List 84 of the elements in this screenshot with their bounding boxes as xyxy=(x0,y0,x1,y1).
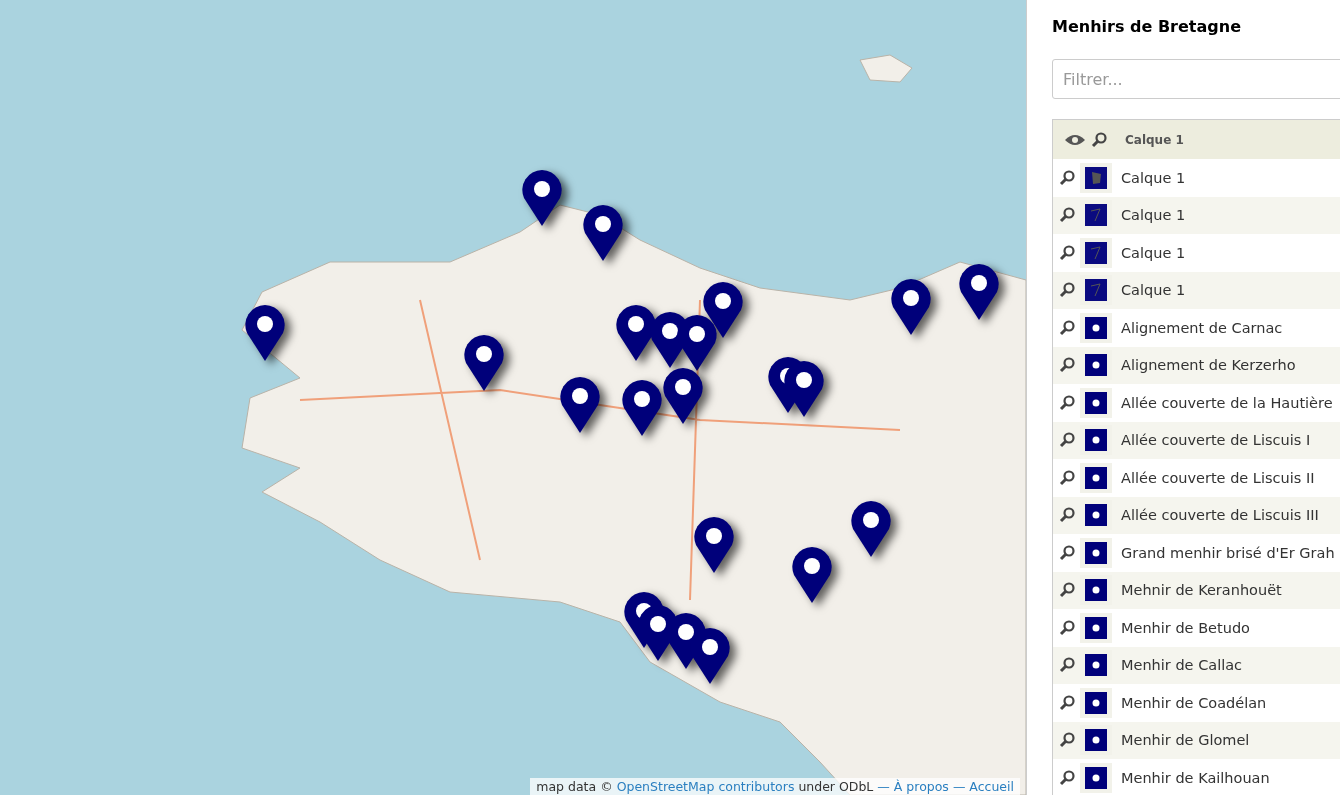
feature-row[interactable]: Menhir de Glomel xyxy=(1053,721,1340,759)
map-markers-drawing[interactable] xyxy=(621,367,704,437)
zoom-icon[interactable] xyxy=(1059,544,1075,561)
zoom-icon[interactable] xyxy=(1059,169,1075,186)
license-text: under ODbL xyxy=(798,779,874,794)
layer-name: Calque 1 xyxy=(1125,132,1184,147)
line-thumbnail-icon xyxy=(1085,279,1107,302)
feature-name: Menhir de Kailhouan xyxy=(1121,769,1270,786)
home-link[interactable]: — Accueil xyxy=(952,779,1014,794)
zoom-icon[interactable] xyxy=(1059,244,1075,261)
zoom-icon[interactable] xyxy=(1059,619,1075,636)
point-thumbnail-icon xyxy=(1085,316,1107,339)
zoom-icon[interactable] xyxy=(1059,732,1075,749)
map-marker-icon[interactable] xyxy=(958,263,1000,321)
map-marker-icon[interactable] xyxy=(693,516,735,574)
zoom-icon[interactable] xyxy=(1091,131,1107,148)
zoom-icon[interactable] xyxy=(1059,357,1075,374)
line-thumbnail-icon xyxy=(1085,241,1107,264)
feature-name: Allée couverte de Liscuis I xyxy=(1121,432,1311,449)
openstreetmap-link[interactable]: OpenStreetMap contributors xyxy=(616,779,795,794)
feature-name: Menhir de Betudo xyxy=(1121,619,1250,636)
point-thumbnail-icon xyxy=(1085,541,1107,564)
zoom-icon[interactable] xyxy=(1059,769,1075,786)
feature-name: Calque 1 xyxy=(1121,207,1186,224)
eye-icon[interactable] xyxy=(1065,133,1085,146)
zoom-icon[interactable] xyxy=(1059,582,1075,599)
feature-name: Calque 1 xyxy=(1121,282,1186,299)
zoom-icon[interactable] xyxy=(1059,394,1075,411)
point-thumbnail-icon xyxy=(1085,466,1107,489)
feature-name: Mehnir de Keranhouët xyxy=(1121,582,1282,599)
map-markers-drawing[interactable] xyxy=(623,591,731,685)
point-thumbnail-icon xyxy=(1085,654,1107,677)
line-thumbnail-icon xyxy=(1085,204,1107,227)
zoom-icon[interactable] xyxy=(1059,469,1075,486)
feature-name: Alignement de Carnac xyxy=(1121,319,1283,336)
map-marker-icon[interactable] xyxy=(582,204,624,262)
feature-name: Allée couverte de Liscuis II xyxy=(1121,469,1315,486)
map-marker-icon[interactable] xyxy=(559,376,601,434)
about-link[interactable]: — À propos xyxy=(877,779,949,794)
feature-name: Allée couverte de la Hautière xyxy=(1121,394,1333,411)
feature-name: Alignement de Kerzerho xyxy=(1121,357,1296,374)
map-marker-icon[interactable] xyxy=(521,169,563,227)
point-thumbnail-icon xyxy=(1085,616,1107,639)
map-marker-icon[interactable] xyxy=(850,500,892,558)
feature-name: Grand menhir brisé d'Er Grah xyxy=(1121,544,1335,561)
point-thumbnail-icon xyxy=(1085,766,1107,789)
map-markers-drawing[interactable] xyxy=(615,281,744,372)
filter-input[interactable]: Filtrer... xyxy=(1052,59,1340,99)
zoom-icon[interactable] xyxy=(1059,207,1075,224)
feature-row[interactable]: Mehnir de Keranhouët xyxy=(1053,571,1340,609)
feature-row[interactable]: Allée couverte de Liscuis I xyxy=(1053,421,1340,459)
feature-row[interactable]: Allée couverte de Liscuis III xyxy=(1053,496,1340,534)
zoom-icon[interactable] xyxy=(1059,319,1075,336)
feature-name: Menhir de Callac xyxy=(1121,657,1243,674)
point-thumbnail-icon xyxy=(1085,691,1107,714)
zoom-icon[interactable] xyxy=(1059,432,1075,449)
feature-name: Allée couverte de Liscuis III xyxy=(1121,507,1319,524)
feature-row[interactable]: Calque 1 xyxy=(1053,196,1340,234)
feature-row[interactable]: Alignement de Kerzerho xyxy=(1053,346,1340,384)
zoom-icon[interactable] xyxy=(1059,282,1075,299)
island-drawing xyxy=(859,54,913,83)
feature-row[interactable]: Calque 1 xyxy=(1053,271,1340,309)
map-marker-icon[interactable] xyxy=(244,304,286,362)
point-thumbnail-icon xyxy=(1085,391,1107,414)
point-thumbnail-icon xyxy=(1085,354,1107,377)
feature-name: Calque 1 xyxy=(1121,244,1186,261)
feature-name: Calque 1 xyxy=(1121,169,1186,186)
zoom-icon[interactable] xyxy=(1059,694,1075,711)
zoom-icon[interactable] xyxy=(1059,507,1075,524)
map-marker-icon[interactable] xyxy=(463,334,505,392)
point-thumbnail-icon xyxy=(1085,429,1107,452)
attribution-text: map data © xyxy=(536,779,613,794)
point-thumbnail-icon xyxy=(1085,504,1107,527)
map-markers-drawing[interactable] xyxy=(767,356,825,418)
polygon-thumbnail-icon xyxy=(1085,166,1107,189)
map-marker-icon[interactable] xyxy=(791,546,833,604)
feature-name: Menhir de Coadélan xyxy=(1121,694,1267,711)
zoom-icon[interactable] xyxy=(1059,657,1075,674)
panel-title: Menhirs de Bretagne xyxy=(1052,17,1242,38)
point-thumbnail-icon xyxy=(1085,579,1107,602)
map-marker-icon[interactable] xyxy=(890,278,932,336)
point-thumbnail-icon xyxy=(1085,729,1107,752)
feature-row[interactable]: Menhir de Callac xyxy=(1053,646,1340,684)
feature-name: Menhir de Glomel xyxy=(1121,732,1250,749)
